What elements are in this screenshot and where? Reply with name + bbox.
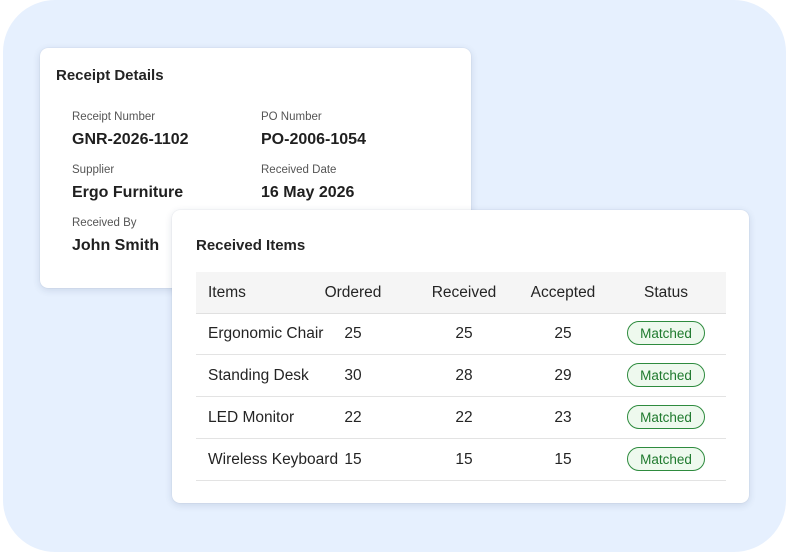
received-qty: 22 [455,409,473,426]
po-number-value: PO-2006-1054 [261,131,366,148]
receipt-number-label: Receipt Number [72,111,156,123]
table-row: LED Monitor 22 22 23 Matched [196,397,726,439]
ordered-qty: 22 [344,409,362,426]
receipt-details-title: Receipt Details [56,67,164,84]
item-name: Wireless Keyboard [208,451,339,468]
received-qty: 15 [455,451,473,468]
column-header-status: Status [644,284,688,301]
received-qty: 28 [455,367,473,384]
po-number-label: PO Number [261,111,322,123]
received-qty: 25 [455,325,473,342]
accepted-qty: 15 [554,451,572,468]
supplier-value: Ergo Furniture [72,184,184,201]
column-header-received: Received [431,284,497,301]
table-header-row: Items Ordered Received Accepted Status [196,272,726,314]
column-header-accepted: Accepted [530,284,596,301]
column-header-items: Items [208,284,246,301]
table-row: Ergonomic Chair 25 25 25 Matched [196,313,726,355]
status-badge: Matched [627,321,705,345]
item-name: LED Monitor [208,409,295,426]
received-items-title: Received Items [196,237,306,254]
received-by-value: John Smith [72,237,160,254]
supplier-label: Supplier [72,164,115,176]
accepted-qty: 29 [554,367,572,384]
ordered-qty: 25 [344,325,362,342]
status-badge: Matched [627,405,705,429]
ordered-qty: 15 [344,451,362,468]
table-row: Wireless Keyboard 15 15 15 Matched [196,439,726,481]
item-name: Ergonomic Chair [208,325,324,342]
received-date-label: Received Date [261,164,337,176]
table-row: Standing Desk 30 28 29 Matched [196,355,726,397]
received-date-value: 16 May 2026 [261,184,355,201]
ordered-qty: 30 [344,367,362,384]
receipt-number-value: GNR-2026-1102 [72,131,189,148]
accepted-qty: 23 [554,409,572,426]
received-items-card: Received Items Items Ordered Received Ac… [172,210,749,503]
status-badge: Matched [627,447,705,471]
status-badge: Matched [627,363,705,387]
item-name: Standing Desk [208,367,309,384]
received-by-label: Received By [72,217,137,229]
accepted-qty: 25 [554,325,572,342]
column-header-ordered: Ordered [324,284,382,301]
